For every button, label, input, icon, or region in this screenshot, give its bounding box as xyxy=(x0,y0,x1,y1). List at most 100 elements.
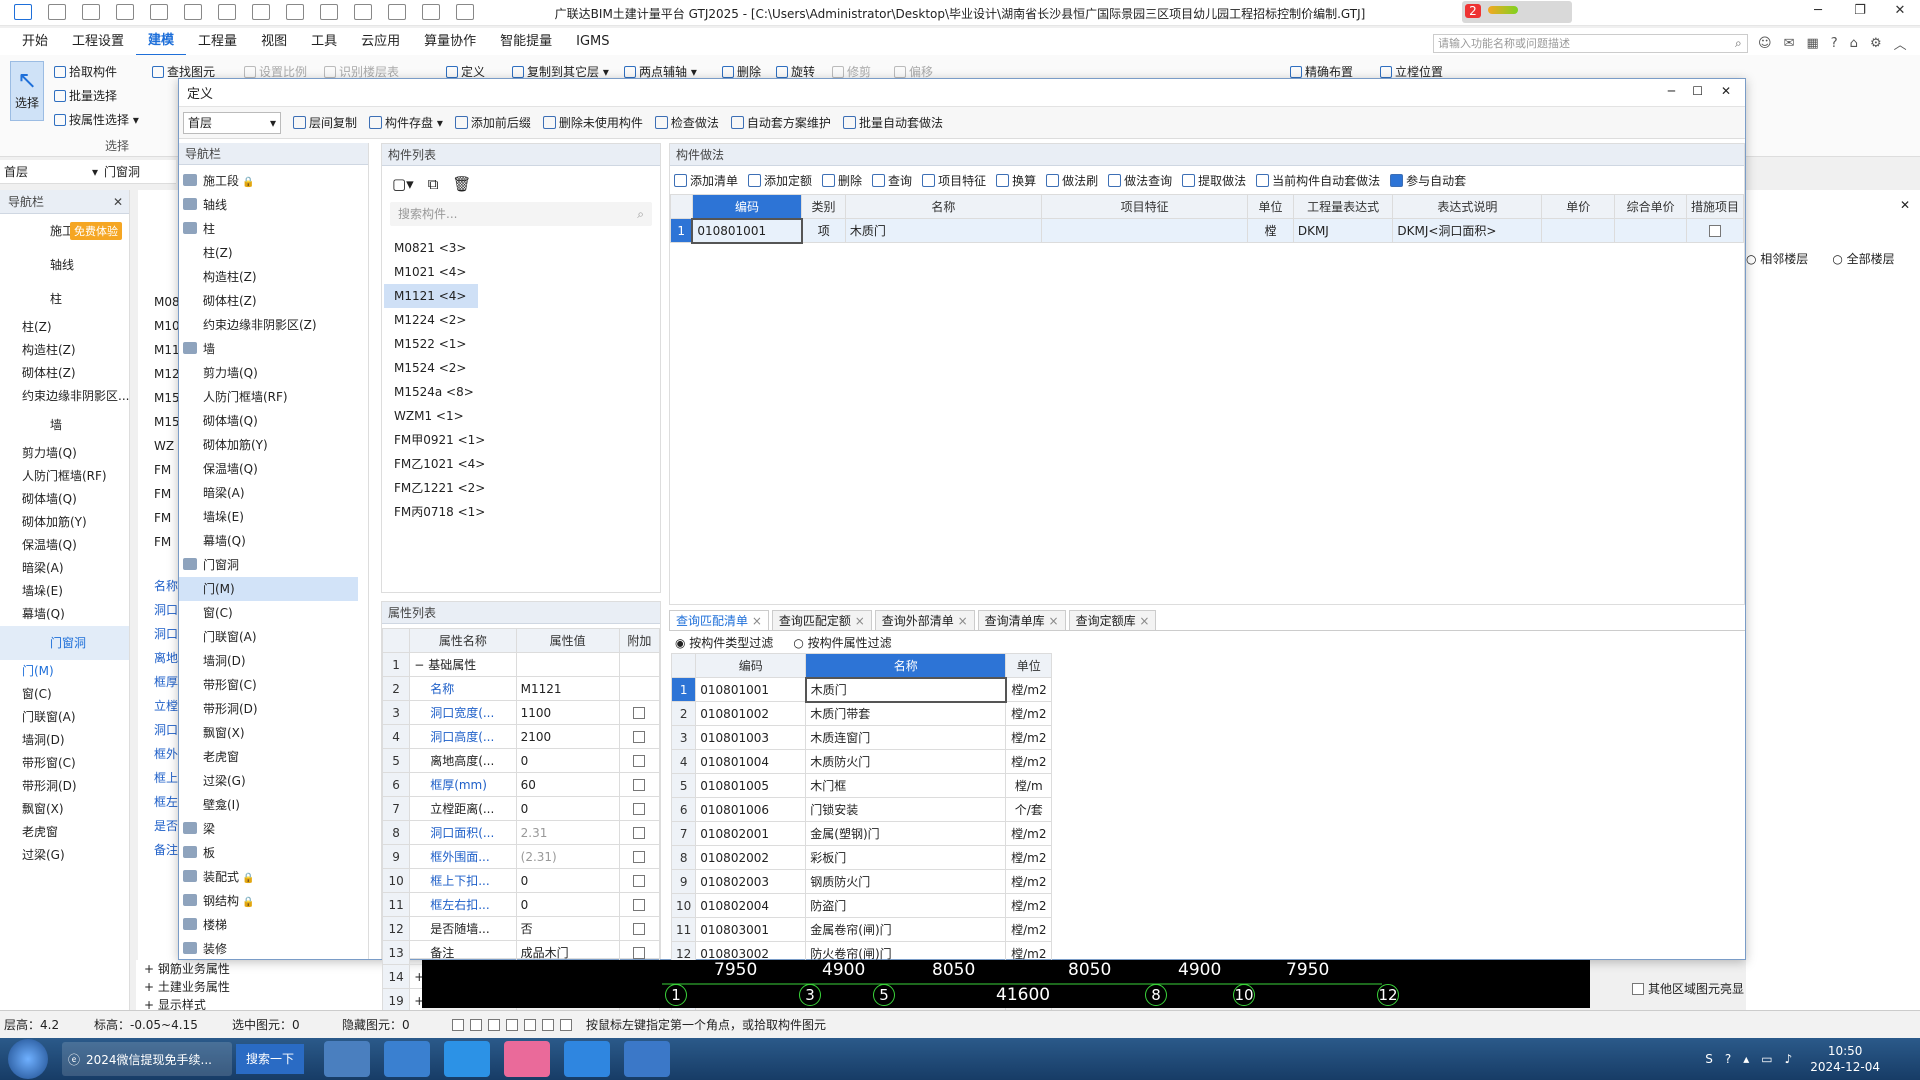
select-by-property-button[interactable]: 按属性选择 ▾ xyxy=(54,111,139,128)
calendar-icon[interactable]: ▦ xyxy=(1806,36,1818,51)
extra-checkbox[interactable] xyxy=(633,826,646,839)
dialog-toolbar-button[interactable]: 构件存盘 ▾ xyxy=(369,114,443,131)
close-icon[interactable]: ✕ xyxy=(113,190,123,214)
left-nav-item[interactable]: 墙垛(E) xyxy=(0,580,129,603)
search-icon[interactable]: ⌕ xyxy=(1735,36,1742,51)
measure-checkbox[interactable] xyxy=(1708,224,1721,237)
dialog-nav-item[interactable]: 装配式 🔒 xyxy=(179,865,358,889)
left-nav-item[interactable]: 过梁(G) xyxy=(0,844,129,867)
mini-list-item[interactable]: M11 xyxy=(138,338,180,362)
left-nav-item[interactable]: 门(M) xyxy=(0,660,129,683)
dialog-nav-item[interactable]: 构造柱(Z) xyxy=(179,265,358,289)
dialog-nav-item[interactable]: 剪力墙(Q) xyxy=(179,361,358,385)
extra-checkbox[interactable] xyxy=(633,706,646,719)
method-cell-type[interactable]: 项 xyxy=(801,218,846,243)
all-floors-radio[interactable]: ○ 全部楼层 xyxy=(1832,250,1894,267)
match-name[interactable]: 木质防火门 xyxy=(805,749,1007,774)
settings-icon[interactable]: ⚙ xyxy=(1870,36,1882,51)
query-tab[interactable]: 查询匹配清单 × xyxy=(669,610,769,630)
filter-radio[interactable]: ◉ 按构件类型过滤 xyxy=(675,634,773,651)
extra-checkbox[interactable] xyxy=(633,730,646,743)
taskbar-clock[interactable]: 10:50 2024-12-04 xyxy=(1810,1043,1880,1075)
left-nav-item[interactable]: 剪力墙(Q) xyxy=(0,442,129,465)
match-code[interactable]: 010802002 xyxy=(695,845,807,870)
extra-checkbox[interactable] xyxy=(633,946,646,959)
dialog-nav-item[interactable]: 带形洞(D) xyxy=(179,697,358,721)
match-row[interactable]: 10 010802004 防盗门 樘/m2 xyxy=(670,893,1053,918)
match-name[interactable]: 彩板门 xyxy=(805,845,1007,870)
dialog-nav-item[interactable]: 墙 xyxy=(179,337,358,361)
component-list-item[interactable]: FM乙1021 <4> xyxy=(384,452,660,476)
left-nav-item[interactable]: 保温墙(Q) xyxy=(0,534,129,557)
property-row[interactable]: 11 框左右扣... 0 xyxy=(381,892,661,917)
method-toolbar-button[interactable]: 添加清单 xyxy=(674,172,738,189)
dialog-nav-item[interactable]: 幕墙(Q) xyxy=(179,529,358,553)
menu-modeling[interactable]: 建模 xyxy=(136,27,187,56)
property-row[interactable]: 1− 基础属性 xyxy=(381,652,661,677)
batch-select-button[interactable]: 批量选择 xyxy=(54,87,117,104)
component-list-item[interactable]: WZM1 <1> xyxy=(384,404,660,428)
tray-help-icon[interactable]: ? xyxy=(1725,1052,1731,1066)
property-row[interactable]: 8 洞口面积(... 2.31 xyxy=(381,820,661,845)
collapse-ribbon-icon[interactable]: ︿ xyxy=(1894,34,1907,53)
prop-group-row[interactable]: + 钢筋业务属性 xyxy=(136,960,422,978)
method-row[interactable]: 1 010801001 项木质门樘 DKMJ DKMJ<洞口面积> xyxy=(670,217,1745,244)
method-toolbar-button[interactable]: 当前构件自动套做法 xyxy=(1256,172,1380,189)
left-nav-item[interactable]: 构造柱(Z) xyxy=(0,339,129,362)
method-cell-code[interactable]: 010801001 xyxy=(691,217,803,244)
close-icon[interactable]: × xyxy=(748,614,762,628)
mini-list-item[interactable]: M12 xyxy=(138,362,180,386)
menu-igms[interactable]: IGMS xyxy=(564,28,621,55)
property-value[interactable]: 否 xyxy=(515,916,620,941)
property-row[interactable]: 5 离地高度(... 0 xyxy=(381,748,661,773)
match-row[interactable]: 1 010801001 木质门 樘/m2 xyxy=(670,676,1053,703)
match-code[interactable]: 010801001 xyxy=(695,677,807,702)
snap-icon[interactable] xyxy=(524,1018,536,1031)
cad-axis-marker[interactable]: 10 xyxy=(1233,984,1255,1006)
taskbar-browser-tab[interactable]: ⓔ 2024微信提现免手续... xyxy=(62,1042,232,1076)
query-tab[interactable]: 查询清单库 × xyxy=(977,610,1066,630)
dialog-nav-item[interactable]: 钢结构 🔒 xyxy=(179,889,358,913)
component-list-item[interactable]: FM丙0718 <1> xyxy=(384,500,660,524)
left-nav-item[interactable]: 柱(Z) xyxy=(0,316,129,339)
property-value[interactable]: 0 xyxy=(515,748,620,773)
dialog-toolbar-button[interactable]: 添加前后缀 xyxy=(454,114,531,131)
dynamic-input-icon[interactable] xyxy=(560,1018,572,1031)
dialog-nav-item[interactable]: 人防门框墙(RF) xyxy=(179,385,358,409)
dialog-nav-item[interactable]: 砌体墙(Q) xyxy=(179,409,358,433)
match-unit[interactable]: 樘/m2 xyxy=(1005,749,1053,774)
close-icon[interactable]: × xyxy=(1136,614,1149,628)
match-name[interactable]: 木质门带套 xyxy=(805,701,1007,726)
match-row[interactable]: 8 010802002 彩板门 樘/m2 xyxy=(670,845,1053,870)
mini-list-item[interactable]: M15 xyxy=(138,386,180,410)
app-cad-icon[interactable] xyxy=(624,1041,671,1077)
dialog-nav-item[interactable]: 带形窗(C) xyxy=(179,673,358,697)
close-button[interactable]: ✕ xyxy=(1880,3,1920,18)
left-nav-item[interactable]: 墙 xyxy=(0,408,129,442)
cad-axis-marker[interactable]: 12 xyxy=(1377,984,1399,1006)
left-nav-item[interactable]: 砌体墙(Q) xyxy=(0,488,129,511)
left-nav-item[interactable]: 带形窗(C) xyxy=(0,752,129,775)
property-row[interactable]: 7 立樘距离(... 0 xyxy=(381,796,661,821)
match-unit[interactable]: 樘/m2 xyxy=(1005,893,1053,918)
menu-cloud[interactable]: 云应用 xyxy=(349,28,412,55)
property-value[interactable]: 2.31 xyxy=(515,820,620,845)
app-gtj-icon[interactable] xyxy=(564,1041,611,1077)
match-row[interactable]: 3 010801003 木质连窗门 樘/m2 xyxy=(670,725,1053,750)
message-icon[interactable]: ✉ xyxy=(1784,36,1795,51)
match-unit[interactable]: 樘/m2 xyxy=(1005,917,1053,942)
match-code[interactable]: 010803001 xyxy=(695,917,807,942)
auto-apply-checkbox[interactable]: 参与自动套 xyxy=(1390,172,1466,189)
dialog-nav-item[interactable]: 楼梯 xyxy=(179,913,358,937)
match-unit[interactable]: 个/套 xyxy=(1005,797,1053,822)
close-icon[interactable]: × xyxy=(1045,614,1059,628)
method-toolbar-button[interactable]: 做法查询 xyxy=(1108,172,1172,189)
match-unit[interactable]: 樘/m2 xyxy=(1005,677,1053,702)
match-name[interactable]: 金属卷帘(闸)门 xyxy=(805,917,1007,942)
menu-start[interactable]: 开始 xyxy=(10,28,60,55)
method-cell-feature[interactable] xyxy=(1040,218,1249,243)
minimize-button[interactable]: ─ xyxy=(1798,3,1838,18)
property-row[interactable]: 4 洞口高度(... 2100 xyxy=(381,724,661,749)
dialog-nav-item[interactable]: 梁 xyxy=(179,817,358,841)
match-unit[interactable]: 樘/m2 xyxy=(1005,701,1053,726)
